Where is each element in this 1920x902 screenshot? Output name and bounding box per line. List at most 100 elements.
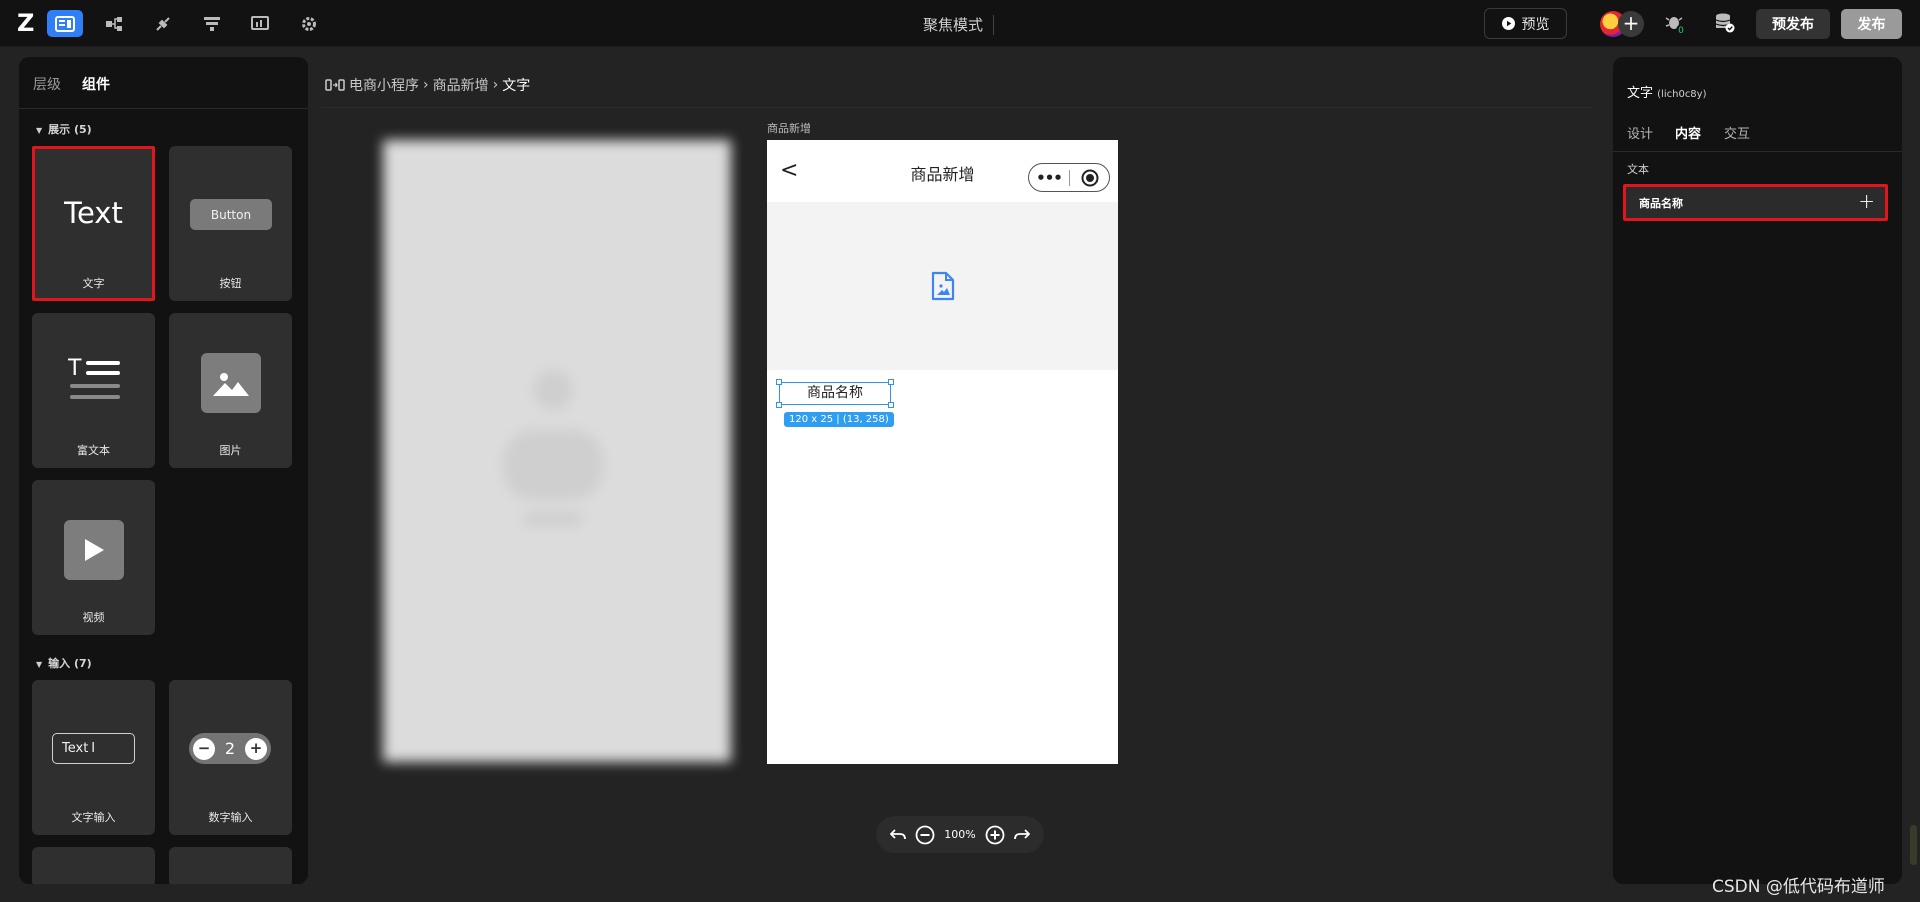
chart-button[interactable] — [242, 10, 278, 37]
flow-button[interactable] — [96, 10, 132, 37]
text-content-field[interactable]: 商品名称 + — [1623, 184, 1888, 221]
section-display-title: 展示 (5) — [48, 123, 92, 136]
component-name: 文字 — [1627, 86, 1654, 101]
image-placeholder[interactable] — [767, 202, 1118, 370]
richtext-icon: T — [68, 357, 120, 399]
component-image-label: 图片 — [219, 444, 242, 457]
settings-button[interactable] — [291, 10, 327, 37]
add-collaborator-button[interactable]: + — [1618, 11, 1644, 37]
component-text-input[interactable]: Text I 文字输入 — [32, 680, 155, 835]
preview-button-label: 预览 — [1521, 16, 1550, 33]
focus-mode-toggle[interactable]: 聚焦模式 — [923, 15, 995, 35]
image-preview — [201, 353, 261, 413]
play-icon — [1501, 17, 1515, 30]
component-image[interactable]: 图片 — [169, 313, 292, 468]
zoom-out-icon[interactable] — [915, 825, 935, 845]
mini-program-capsule[interactable]: ••• — [1028, 163, 1110, 192]
component-number-input-label: 数字输入 — [208, 811, 253, 824]
debug-button[interactable]: 0 — [1665, 12, 1687, 38]
video-preview — [64, 520, 124, 580]
undo-icon[interactable] — [890, 828, 907, 842]
data-button[interactable] — [194, 10, 230, 37]
close-capsule[interactable] — [1070, 169, 1109, 187]
plugin-icon — [156, 16, 170, 31]
watermark: CSDN @低代码布道师 — [1712, 877, 1885, 897]
resize-handle[interactable] — [776, 379, 782, 385]
top-toolbar: Z 聚焦模式 预览 + 0 预发布 发布 — [0, 0, 1920, 47]
breadcrumb-item[interactable]: 电商小程序 — [349, 75, 419, 95]
blurred-shape — [503, 430, 603, 500]
resize-handle[interactable] — [888, 379, 894, 385]
component-panel: 层级 组件 ▼ 展示 (5) Text 文字 Button 按钮 T 富文本 图片 — [19, 57, 308, 884]
database-button[interactable] — [1714, 12, 1736, 38]
image-file-icon — [931, 271, 954, 301]
record-icon — [1081, 169, 1098, 186]
zoom-level[interactable]: 100% — [944, 828, 975, 841]
tab-interaction[interactable]: 交互 — [1724, 123, 1750, 142]
component-text[interactable]: Text 文字 — [32, 146, 155, 301]
plugin-button[interactable] — [145, 10, 181, 37]
plus-icon: + — [245, 737, 267, 760]
phone-page[interactable]: < 商品新增 ••• 商品名称 120 x 25 | (13, 258) — [767, 140, 1118, 764]
tab-layers[interactable]: 层级 — [33, 74, 61, 94]
zoom-in-icon[interactable] — [985, 825, 1005, 845]
selected-text-component[interactable]: 商品名称 — [779, 382, 891, 405]
text-content-value[interactable]: 商品名称 — [1639, 195, 1683, 211]
prepublish-button[interactable]: 预发布 — [1756, 9, 1830, 39]
tab-design[interactable]: 设计 — [1627, 123, 1653, 142]
blurred-shape — [523, 512, 583, 526]
section-display[interactable]: ▼ 展示 (5) — [36, 121, 92, 137]
canvas-divider — [322, 107, 1592, 108]
scrollbar[interactable] — [1910, 825, 1917, 865]
caret-down-icon: ▼ — [36, 660, 43, 669]
section-input[interactable]: ▼ 输入 (7) — [36, 655, 92, 671]
redo-icon[interactable] — [1013, 828, 1030, 842]
breadcrumb-separator: › — [492, 77, 499, 93]
component-richtext[interactable]: T 富文本 — [32, 313, 155, 468]
component-number-input[interactable]: − 2 + 数字输入 — [169, 680, 292, 835]
phone-nav-bar: < 商品新增 ••• — [767, 140, 1118, 202]
component-card-partial[interactable] — [169, 847, 292, 884]
minus-icon: − — [193, 737, 215, 760]
tab-components[interactable]: 组件 — [82, 74, 110, 94]
tab-content[interactable]: 内容 — [1675, 123, 1701, 142]
add-binding-icon[interactable]: + — [1858, 189, 1875, 213]
preview-button[interactable]: 预览 — [1484, 8, 1567, 39]
image-icon — [213, 373, 249, 396]
property-panel-title: 文字 (lich0c8y) — [1627, 82, 1707, 101]
component-button[interactable]: Button 按钮 — [169, 146, 292, 301]
component-button-label: 按钮 — [219, 277, 242, 290]
property-panel: 文字 (lich0c8y) 设计 内容 交互 文本 商品名称 + — [1613, 57, 1902, 884]
resize-handle[interactable] — [888, 402, 894, 408]
number-input-value: 2 — [224, 739, 236, 758]
component-richtext-label: 富文本 — [77, 444, 110, 457]
left-panel-tabs: 层级 组件 — [19, 57, 308, 109]
play-icon — [85, 539, 104, 561]
resize-handle[interactable] — [776, 402, 782, 408]
app-logo[interactable]: Z — [17, 11, 37, 35]
bug-icon: 0 — [1665, 17, 1686, 36]
zoom-toolbar: 100% — [876, 816, 1044, 853]
breadcrumb-separator: › — [423, 77, 429, 93]
gear-icon — [302, 16, 316, 31]
text-section-label: 文本 — [1627, 163, 1649, 176]
database-icon — [1715, 13, 1735, 33]
blurred-page-preview[interactable] — [383, 140, 731, 762]
svg-text:T: T — [68, 357, 82, 381]
breadcrumb-item[interactable]: 商品新增 — [433, 75, 489, 95]
page-label: 商品新增 — [767, 122, 811, 135]
breadcrumb: 电商小程序 › 商品新增 › 文字 — [325, 75, 530, 95]
more-icon[interactable]: ••• — [1029, 169, 1069, 187]
page-layout-button[interactable] — [47, 10, 83, 37]
publish-button[interactable]: 发布 — [1841, 9, 1902, 39]
component-text-input-label: 文字输入 — [71, 811, 116, 824]
component-card-partial[interactable] — [32, 847, 155, 884]
blurred-shape — [533, 370, 573, 410]
text-preview: Text — [64, 196, 123, 230]
section-input-title: 输入 (7) — [48, 657, 92, 670]
component-video-label: 视频 — [82, 611, 105, 624]
text-input-preview: Text I — [52, 733, 135, 764]
flow-icon — [106, 16, 122, 31]
data-icon — [204, 16, 220, 31]
component-video[interactable]: 视频 — [32, 480, 155, 635]
